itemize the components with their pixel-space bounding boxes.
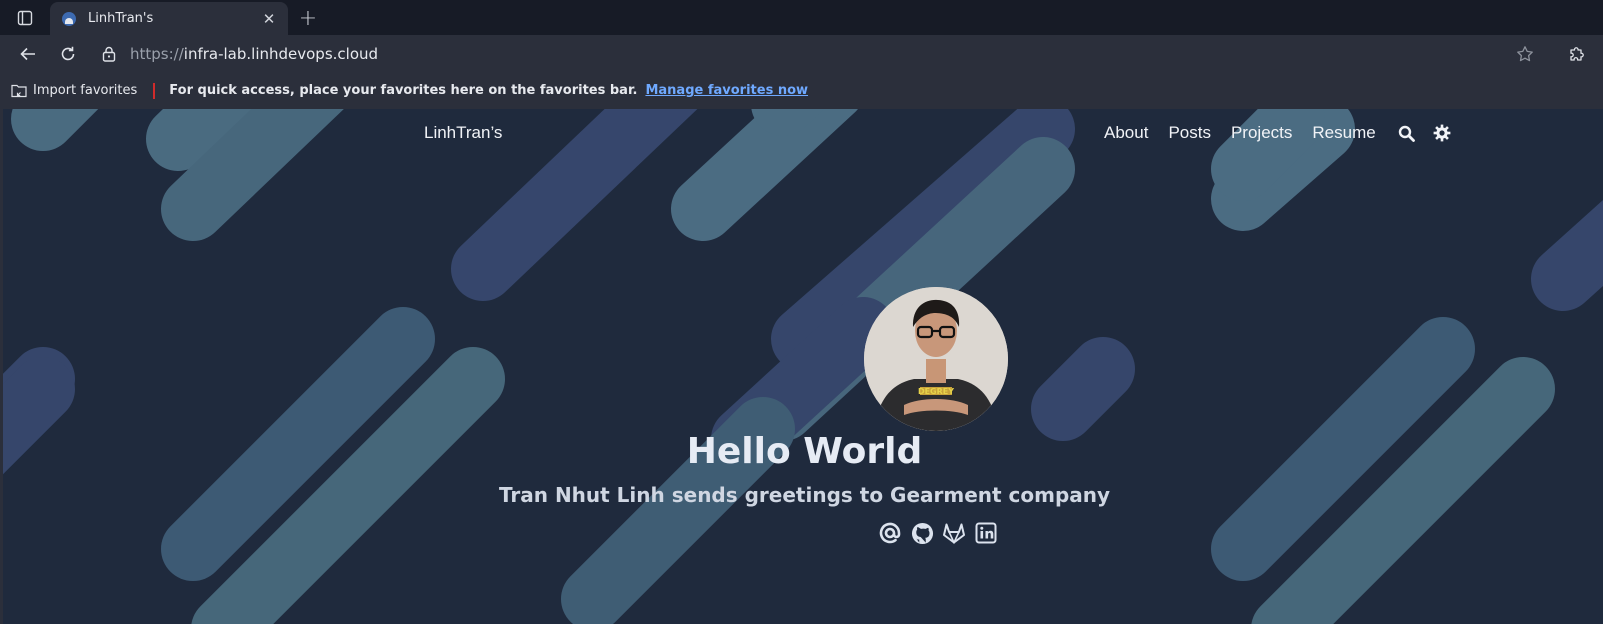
address-bar: https://infra-lab.linhdevops.cloud bbox=[0, 35, 1603, 72]
site-nav: About Posts Projects Resume bbox=[1104, 121, 1467, 145]
gitlab-icon[interactable] bbox=[938, 519, 970, 547]
star-icon bbox=[1517, 45, 1533, 61]
background-pattern bbox=[3, 109, 1603, 624]
tab-actions-icon bbox=[17, 10, 33, 25]
web-page: LinhTran’s About Posts Projects Resume D… bbox=[0, 109, 1603, 624]
manage-favorites-link[interactable]: Manage favorites now bbox=[645, 83, 808, 98]
browser-tab-bar: LinhTran's ✕ + bbox=[0, 0, 1603, 35]
avatar: DEGREY bbox=[864, 287, 1008, 431]
favorites-hint: For quick access, place your favorites h… bbox=[169, 83, 638, 98]
email-at-icon[interactable] bbox=[874, 519, 906, 547]
refresh-button[interactable] bbox=[48, 35, 88, 72]
hero-subtitle: Tran Nhut Linh sends greetings to Gearme… bbox=[498, 483, 1111, 507]
import-favorites-label: Import favorites bbox=[33, 83, 138, 98]
social-links bbox=[874, 519, 1002, 547]
site-title-link[interactable]: LinhTran’s bbox=[424, 123, 502, 143]
url-protocol: https:// bbox=[130, 44, 184, 63]
plus-icon: + bbox=[298, 6, 318, 31]
close-icon[interactable]: ✕ bbox=[260, 10, 278, 28]
back-arrow-icon bbox=[20, 47, 35, 60]
favorites-separator bbox=[153, 82, 156, 99]
browser-tab[interactable]: LinhTran's ✕ bbox=[50, 2, 288, 35]
linkedin-icon[interactable] bbox=[970, 519, 1002, 547]
back-button[interactable] bbox=[8, 35, 48, 72]
extensions-icon bbox=[1570, 46, 1584, 61]
url-host: infra-lab.linhdevops.cloud bbox=[183, 44, 379, 63]
new-tab-button[interactable]: + bbox=[288, 2, 328, 35]
import-favorites-button[interactable]: Import favorites bbox=[11, 83, 137, 98]
theme-gear-icon[interactable] bbox=[1433, 124, 1451, 142]
svg-text:DEGREY: DEGREY bbox=[918, 387, 954, 396]
nav-about[interactable]: About bbox=[1104, 121, 1148, 145]
refresh-icon bbox=[61, 46, 75, 60]
lock-icon[interactable] bbox=[102, 46, 116, 62]
nav-projects[interactable]: Projects bbox=[1231, 121, 1292, 145]
url-field[interactable]: https://infra-lab.linhdevops.cloud bbox=[102, 45, 378, 63]
favorites-bar: Import favorites For quick access, place… bbox=[0, 72, 1603, 109]
tab-title: LinhTran's bbox=[88, 11, 154, 26]
address-bar-actions bbox=[1499, 35, 1603, 72]
search-icon[interactable] bbox=[1398, 125, 1415, 142]
extensions-button[interactable] bbox=[1551, 35, 1603, 72]
favicon-icon bbox=[62, 11, 76, 26]
tab-actions-button[interactable] bbox=[0, 0, 50, 35]
nav-posts[interactable]: Posts bbox=[1168, 121, 1211, 145]
import-folder-icon bbox=[11, 84, 27, 98]
github-icon[interactable] bbox=[906, 519, 938, 547]
nav-resume[interactable]: Resume bbox=[1312, 121, 1375, 145]
favorite-button[interactable] bbox=[1499, 35, 1551, 72]
hero-title: Hello World bbox=[686, 431, 923, 472]
